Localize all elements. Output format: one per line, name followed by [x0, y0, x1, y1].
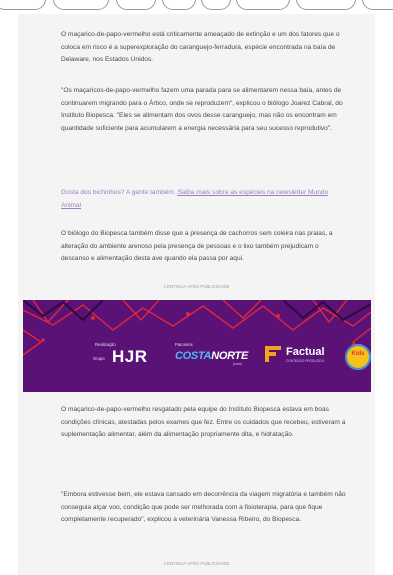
costa-text: COSTA	[175, 350, 212, 362]
tab-pill[interactable]	[53, 0, 109, 10]
newsletter-promo: Gosta dos bichinhos? A gente também. Sai…	[61, 187, 346, 212]
factual-f-logo-icon	[265, 346, 281, 362]
paragraph: O biólogo do Biopesca também disse que a…	[61, 230, 333, 263]
grupo-label: Grupo	[93, 356, 105, 361]
kids-badge-text: Kids	[351, 351, 365, 357]
promo-text: Gosta dos bichinhos? A gente também.	[61, 189, 176, 196]
tab-pill[interactable]	[236, 0, 290, 10]
top-tab-bar	[0, 0, 393, 14]
tab-pill[interactable]	[0, 0, 46, 10]
paragraph: "Os maçaricos-de-papo-vermelho fazem uma…	[61, 87, 343, 132]
ad-label: CONTINUA APÓS PUBLICIDADE	[163, 561, 230, 566]
kids-badge	[345, 344, 371, 370]
norte-text: NORTE	[211, 350, 248, 362]
ad-label: CONTINUA APÓS PUBLICIDADE	[163, 284, 230, 289]
paragraph: O maçarico-de-papo-vermelho está critica…	[61, 31, 340, 64]
paragraph: O maçarico-de-papo-vermelho resgatado pe…	[61, 406, 346, 439]
costa-sub: jornal	[233, 362, 242, 366]
hjr-logo: HJR	[112, 347, 148, 366]
tab-pill[interactable]	[162, 0, 196, 10]
costa-norte-logo: COSTANORTE	[175, 350, 248, 362]
tab-pill[interactable]	[201, 0, 231, 10]
sponsor-banner[interactable]: Realização Grupo HJR Parceiros COSTANORT…	[23, 300, 371, 392]
paragraph: "Embora estivesse bem, ele estava cansad…	[61, 491, 346, 524]
article-body: O maçarico-de-papo-vermelho está critica…	[0, 14, 393, 575]
factual-logo: Factual	[286, 346, 325, 358]
tab-pill[interactable]	[362, 0, 393, 10]
parceiros-label: Parceiros	[175, 342, 193, 347]
factual-sub: CONTEÚDO PRODUZIDO	[286, 359, 325, 363]
tab-pill[interactable]	[296, 0, 356, 10]
tab-pill[interactable]	[116, 0, 156, 10]
